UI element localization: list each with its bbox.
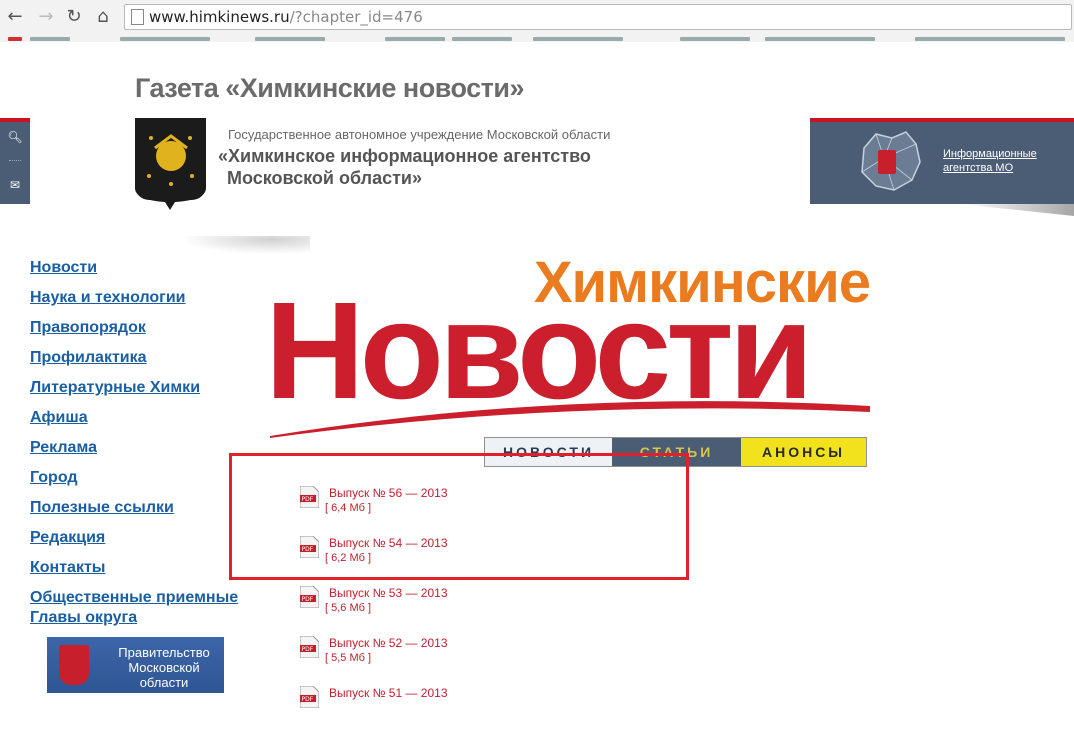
issue-title-link[interactable]: Выпуск № 56 — 2013: [329, 486, 448, 500]
url-text: www.himkinews.ru/?chapter_id=476: [149, 8, 423, 26]
city-emblem-icon: [135, 118, 206, 210]
issue-title-link[interactable]: Выпуск № 51 — 2013: [329, 686, 448, 700]
back-arrow-icon[interactable]: ←: [4, 6, 26, 28]
sidebar-nav: Новости Наука и технологии Правопорядок …: [30, 258, 240, 638]
decorative-shadow: [960, 204, 1074, 216]
issue-title-link[interactable]: Выпуск № 52 — 2013: [329, 636, 448, 650]
nav-link-contacts[interactable]: Контакты: [30, 558, 240, 578]
nav-link-useful-links[interactable]: Полезные ссылки: [30, 498, 240, 518]
address-bar[interactable]: www.himkinews.ru/?chapter_id=476: [124, 4, 1072, 30]
issue-size: [ 5,5 Мб ]: [325, 652, 372, 664]
newspaper-logo: Химкинские Новости: [265, 248, 875, 438]
svg-text:PDF: PDF: [302, 596, 314, 603]
region-map-icon: [861, 131, 921, 191]
reload-icon[interactable]: ↻: [63, 6, 85, 28]
left-side-tabs: 🔍︎ ✉: [0, 122, 30, 204]
nav-link-literature[interactable]: Литературные Химки: [30, 378, 240, 398]
government-banner[interactable]: Правительство Московской области: [47, 637, 224, 693]
pdf-icon[interactable]: PDF: [300, 586, 319, 608]
page-icon: [131, 9, 144, 25]
site-title: Газета «Химкинские новости»: [135, 73, 524, 103]
nav-link-law[interactable]: Правопорядок: [30, 318, 240, 338]
nav-link-public-reception[interactable]: Общественные приемные Главы округа: [30, 588, 240, 628]
tab-announcements[interactable]: АНОНСЫ: [741, 438, 866, 466]
gov-agency-name: «Химкинское информационное агентство Мос…: [218, 146, 591, 188]
svg-text:PDF: PDF: [302, 496, 314, 503]
nav-link-city[interactable]: Город: [30, 468, 240, 488]
pdf-icon[interactable]: PDF: [300, 686, 319, 708]
issue-title-link[interactable]: Выпуск № 53 — 2013: [329, 586, 448, 600]
svg-text:PDF: PDF: [302, 546, 314, 553]
government-banner-text: Правительство Московской области: [118, 645, 210, 690]
svg-text:PDF: PDF: [302, 646, 314, 653]
nav-link-editorial[interactable]: Редакция: [30, 528, 240, 548]
issue-title-link[interactable]: Выпуск № 54 — 2013: [329, 536, 448, 550]
bookmarks-bar: [0, 36, 1074, 42]
forward-arrow-icon[interactable]: →: [35, 6, 57, 28]
pdf-icon[interactable]: PDF: [300, 536, 319, 558]
highlight-box: [229, 453, 689, 580]
issue-size: [ 5,6 Мб ]: [325, 602, 372, 614]
pdf-icon[interactable]: PDF: [300, 486, 319, 508]
browser-toolbar: ← → ↻ ⌂ www.himkinews.ru/?chapter_id=476: [0, 0, 1074, 37]
nav-link-news[interactable]: Новости: [30, 258, 240, 278]
svg-text:PDF: PDF: [302, 696, 314, 703]
pdf-icon[interactable]: PDF: [300, 636, 319, 658]
nav-link-afisha[interactable]: Афиша: [30, 408, 240, 428]
info-agencies-box: Информационные агентства МО: [810, 122, 1074, 204]
search-icon[interactable]: 🔍︎: [0, 130, 30, 144]
home-icon[interactable]: ⌂: [92, 6, 114, 28]
info-agencies-link[interactable]: Информационные агентства МО: [943, 147, 1037, 175]
nav-link-science[interactable]: Наука и технологии: [30, 288, 240, 308]
logo-swoosh-icon: [270, 401, 870, 438]
issue-size: [ 6,4 Мб ]: [325, 502, 372, 514]
mail-icon[interactable]: ✉: [0, 178, 30, 192]
gov-agency-subtitle: Государственное автономное учреждение Мо…: [228, 127, 611, 142]
region-crest-icon: [59, 645, 89, 685]
nav-link-ads[interactable]: Реклама: [30, 438, 240, 458]
nav-link-prevention[interactable]: Профилактика: [30, 348, 240, 368]
issue-size: [ 6,2 Мб ]: [325, 552, 372, 564]
